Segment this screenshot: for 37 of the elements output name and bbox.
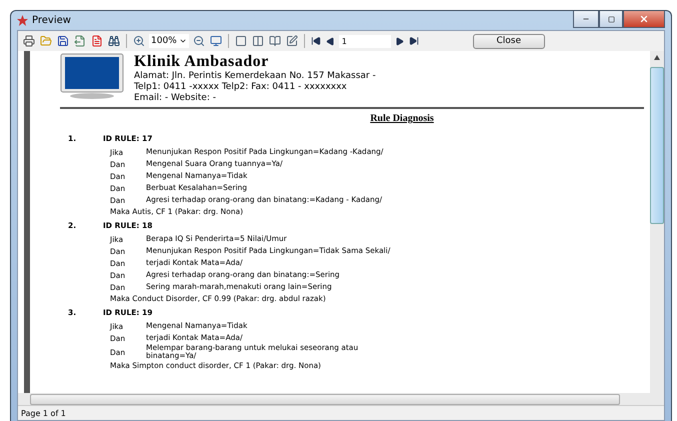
horizontal-scrollbar[interactable] <box>18 393 650 405</box>
address-line: Alamat: Jln. Perintis Kemerdekaan No. 157 Makassar - <box>134 71 376 82</box>
export-button[interactable] <box>73 34 87 48</box>
up-arrow-icon[interactable] <box>654 54 660 60</box>
first-page-button[interactable] <box>310 35 322 47</box>
save-button[interactable] <box>56 34 70 48</box>
report-title: Rule Diagnosis <box>370 113 434 124</box>
minimize-button[interactable] <box>573 11 599 28</box>
close-icon <box>639 14 649 24</box>
close-window-button[interactable] <box>623 11 665 28</box>
find-button[interactable] <box>107 34 121 48</box>
two-page-button[interactable] <box>250 34 265 48</box>
caret-icon <box>178 37 187 45</box>
address-line: Email: - Website: - <box>134 93 217 104</box>
previous-page-button[interactable] <box>324 36 336 46</box>
maximize-button[interactable] <box>599 11 623 28</box>
zoom-dropdown[interactable]: 100% <box>149 34 189 48</box>
page-status: Page 1 of 1 <box>21 408 66 418</box>
zoom-in-button[interactable] <box>132 34 146 48</box>
clinic-name: Klinik Ambasador <box>134 53 270 71</box>
vertical-scrollbar[interactable] <box>650 51 664 405</box>
edit-button[interactable] <box>284 34 299 48</box>
window-title: Preview <box>32 15 72 26</box>
close-button[interactable]: Close <box>472 34 545 48</box>
single-page-button[interactable] <box>234 34 248 48</box>
last-page-button[interactable] <box>408 35 420 47</box>
zoom-out-button[interactable] <box>192 34 206 48</box>
page-number-field[interactable]: 1 <box>338 34 391 48</box>
monitor-drawing <box>60 53 124 99</box>
next-page-button[interactable] <box>394 36 405 46</box>
address-line: Telp1: 0411 -xxxxx Telp2: Fax: 0411 - xxxxxxxx <box>134 82 348 93</box>
book-button[interactable] <box>268 34 282 48</box>
maximize-icon <box>608 16 614 22</box>
page-width-button[interactable] <box>208 34 223 48</box>
print-button[interactable] <box>22 34 36 48</box>
pdf-button[interactable] <box>90 34 104 48</box>
app-icon <box>17 15 28 26</box>
